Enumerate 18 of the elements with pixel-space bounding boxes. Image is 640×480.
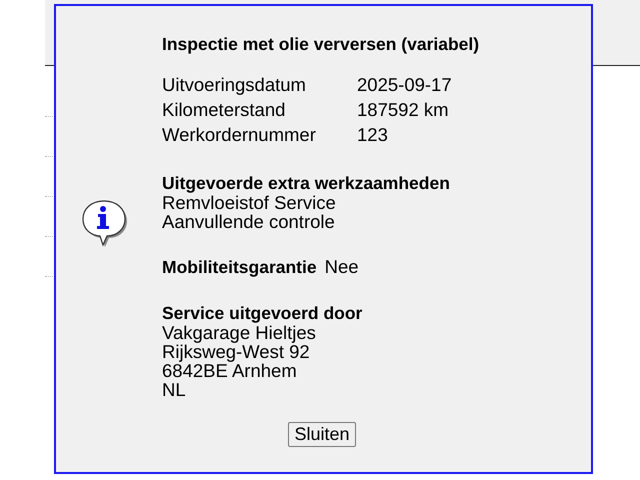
detail-value: 187592 km (357, 99, 450, 121)
address-line: Vakgarage Hieltjes (162, 323, 316, 342)
work-item: Remvloeistof Service (162, 193, 337, 212)
close-button[interactable]: Sluiten (288, 422, 356, 447)
mobility-value: Nee (324, 256, 359, 278)
address-line: NL (162, 380, 187, 399)
section-heading: Uitgevoerde extra werkzaamheden (162, 174, 451, 193)
mobility-label: Mobiliteitsgarantie (162, 257, 317, 278)
detail-label: Werkordernummer (162, 124, 317, 146)
detail-label: Kilometerstand (162, 99, 286, 121)
detail-label: Uitvoeringsdatum (162, 74, 307, 96)
work-item: Aanvullende controle (162, 212, 336, 231)
address-line: 6842BE Arnhem (162, 361, 298, 380)
address-line: Rijksweg-West 92 (162, 342, 310, 361)
detail-value: 123 (357, 124, 389, 146)
section-heading: Service uitgevoerd door (162, 304, 364, 323)
dialog-title: Inspectie met olie verversen (variabel) (162, 34, 480, 55)
detail-value: 2025-09-17 (357, 74, 453, 96)
